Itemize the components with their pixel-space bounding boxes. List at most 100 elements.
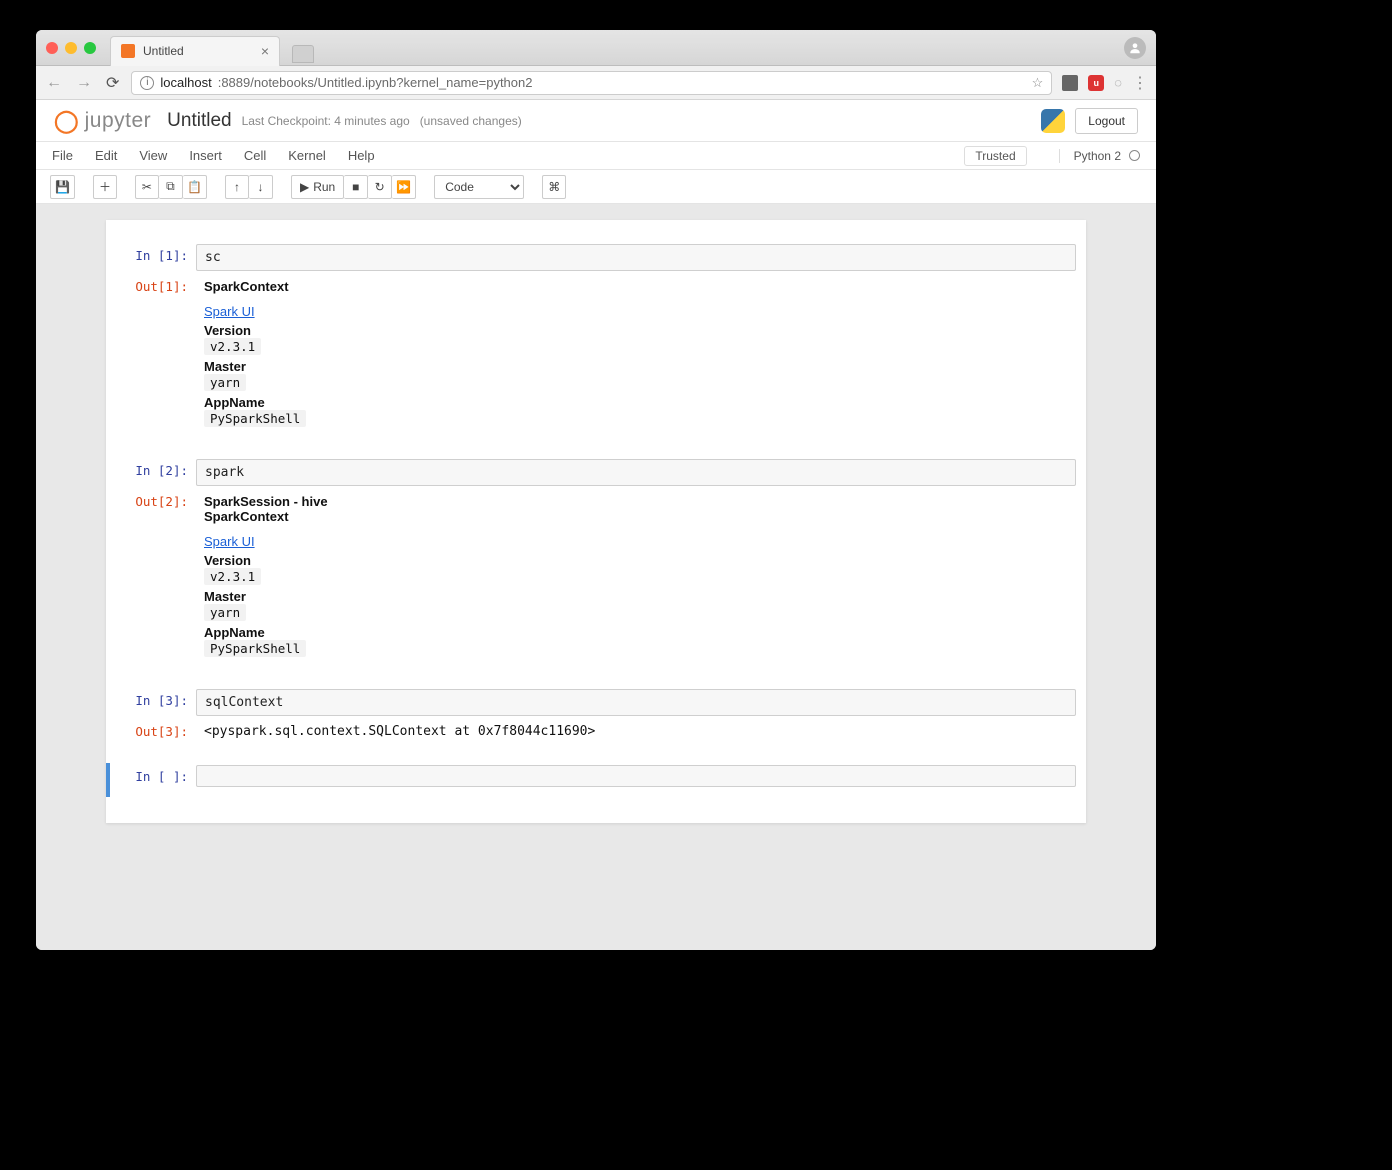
bookmark-icon[interactable]: ☆ — [1032, 75, 1044, 91]
save-button[interactable]: 💾 — [50, 175, 75, 199]
extensions: u ◌ ⋮ — [1062, 73, 1148, 93]
notebook-body: In [1]: sc Out[1]: SparkContext Spark UI… — [36, 204, 1156, 950]
menu-file[interactable]: File — [52, 148, 73, 163]
input-prompt: In [2]: — [116, 459, 196, 478]
jupyter-glyph-icon: ◯ — [54, 108, 79, 134]
restart-button[interactable]: ↻ — [368, 175, 392, 199]
run-icon: ▶ — [300, 180, 309, 194]
profile-icon[interactable] — [1124, 37, 1146, 59]
tab-close-icon[interactable]: × — [261, 43, 269, 59]
input-prompt: In [ ]: — [116, 765, 196, 784]
code-cell[interactable]: In [2]: spark Out[2]: SparkSession - hiv… — [106, 457, 1086, 669]
menu-kernel[interactable]: Kernel — [288, 148, 326, 163]
window-controls — [46, 42, 96, 54]
toolbar: 💾 ＋ ✂ ⧉ 📋 ↑ ↓ ▶ Run ■ ↻ ⏩ Code ⌘ — [36, 170, 1156, 204]
kernel-status-icon — [1129, 150, 1140, 161]
output-heading: SparkContext — [204, 279, 289, 294]
cell-output: SparkContext Spark UI Versionv2.3.1 Mast… — [196, 275, 1076, 429]
tab-favicon-icon — [121, 44, 135, 58]
url-path: :8889/notebooks/Untitled.ipynb?kernel_na… — [218, 75, 533, 90]
trusted-indicator[interactable]: Trusted — [964, 146, 1026, 166]
code-cell[interactable]: In [ ]: — [106, 763, 1086, 797]
close-window-icon[interactable] — [46, 42, 58, 54]
menu-help[interactable]: Help — [348, 148, 375, 163]
menu-icon[interactable]: ⋮ — [1132, 73, 1148, 93]
input-prompt: In [1]: — [116, 244, 196, 263]
paste-button[interactable]: 📋 — [183, 175, 207, 199]
checkpoint-text: Last Checkpoint: 4 minutes ago — [242, 114, 410, 128]
code-input[interactable]: spark — [196, 459, 1076, 486]
menubar: File Edit View Insert Cell Kernel Help T… — [36, 142, 1156, 170]
notebook-header: ◯ jupyter Untitled Last Checkpoint: 4 mi… — [36, 100, 1156, 142]
kv-label: Master — [204, 589, 246, 604]
kv-label: AppName — [204, 625, 265, 640]
output-heading: SparkContext — [204, 509, 289, 524]
ublock-icon[interactable]: u — [1088, 75, 1104, 91]
kernel-name: Python 2 — [1074, 149, 1121, 163]
kv-value: PySparkShell — [204, 640, 306, 657]
new-tab-button[interactable] — [292, 45, 314, 63]
kv-label: Version — [204, 553, 251, 568]
menu-insert[interactable]: Insert — [189, 148, 222, 163]
python-logo-icon — [1041, 109, 1065, 133]
code-input[interactable]: sqlContext — [196, 689, 1076, 716]
notebook-page: In [1]: sc Out[1]: SparkContext Spark UI… — [106, 220, 1086, 823]
kernel-indicator[interactable]: Python 2 — [1059, 149, 1140, 163]
tab-title: Untitled — [143, 44, 184, 58]
menu-view[interactable]: View — [139, 148, 167, 163]
notebook-title[interactable]: Untitled — [167, 110, 231, 132]
extension-icon[interactable] — [1062, 75, 1078, 91]
cell-type-select[interactable]: Code — [434, 175, 524, 199]
menu-edit[interactable]: Edit — [95, 148, 117, 163]
jupyter-brand-text: jupyter — [85, 109, 152, 133]
forward-icon[interactable]: → — [74, 74, 94, 92]
kv-value: PySparkShell — [204, 410, 306, 427]
code-input[interactable]: sc — [196, 244, 1076, 271]
code-cell[interactable]: In [1]: sc Out[1]: SparkContext Spark UI… — [106, 242, 1086, 439]
copy-button[interactable]: ⧉ — [159, 175, 183, 199]
kv-label: Master — [204, 359, 246, 374]
cell-output: <pyspark.sql.context.SQLContext at 0x7f8… — [196, 720, 1076, 741]
code-cell[interactable]: In [3]: sqlContext Out[3]: <pyspark.sql.… — [106, 687, 1086, 751]
output-prompt: Out[3]: — [116, 720, 196, 739]
jupyter-logo[interactable]: ◯ jupyter — [54, 108, 151, 134]
logout-button[interactable]: Logout — [1075, 108, 1138, 134]
unsaved-text: (unsaved changes) — [420, 114, 522, 128]
interrupt-button[interactable]: ■ — [344, 175, 368, 199]
kv-value: yarn — [204, 374, 246, 391]
command-palette-button[interactable]: ⌘ — [542, 175, 566, 199]
maximize-window-icon[interactable] — [84, 42, 96, 54]
browser-tab[interactable]: Untitled × — [110, 36, 280, 66]
url-input[interactable]: i localhost :8889/notebooks/Untitled.ipyn… — [131, 71, 1052, 95]
run-button[interactable]: ▶ Run — [291, 175, 344, 199]
site-info-icon[interactable]: i — [140, 76, 154, 90]
kv-value: yarn — [204, 604, 246, 621]
kv-value: v2.3.1 — [204, 568, 261, 585]
spark-ui-link[interactable]: Spark UI — [204, 304, 255, 319]
reload-icon[interactable]: ⟳ — [104, 73, 121, 93]
kv-value: v2.3.1 — [204, 338, 261, 355]
input-prompt: In [3]: — [116, 689, 196, 708]
address-bar: ← → ⟳ i localhost :8889/notebooks/Untitle… — [36, 66, 1156, 100]
url-host: localhost — [160, 75, 211, 90]
browser-window: Untitled × ← → ⟳ i localhost :8889/notebo… — [36, 30, 1156, 950]
minimize-window-icon[interactable] — [65, 42, 77, 54]
move-up-button[interactable]: ↑ — [225, 175, 249, 199]
kv-label: Version — [204, 323, 251, 338]
titlebar: Untitled × — [36, 30, 1156, 66]
back-icon[interactable]: ← — [44, 74, 64, 92]
run-label: Run — [313, 180, 335, 194]
kv-label: AppName — [204, 395, 265, 410]
pocket-icon[interactable]: ◌ — [1114, 75, 1122, 90]
spark-ui-link[interactable]: Spark UI — [204, 534, 255, 549]
output-heading: SparkSession - hive — [204, 494, 328, 509]
restart-run-all-button[interactable]: ⏩ — [392, 175, 416, 199]
move-down-button[interactable]: ↓ — [249, 175, 273, 199]
menu-cell[interactable]: Cell — [244, 148, 266, 163]
insert-cell-button[interactable]: ＋ — [93, 175, 117, 199]
cell-output: SparkSession - hive SparkContext Spark U… — [196, 490, 1076, 659]
output-prompt: Out[1]: — [116, 275, 196, 294]
code-input[interactable] — [196, 765, 1076, 787]
output-prompt: Out[2]: — [116, 490, 196, 509]
cut-button[interactable]: ✂ — [135, 175, 159, 199]
